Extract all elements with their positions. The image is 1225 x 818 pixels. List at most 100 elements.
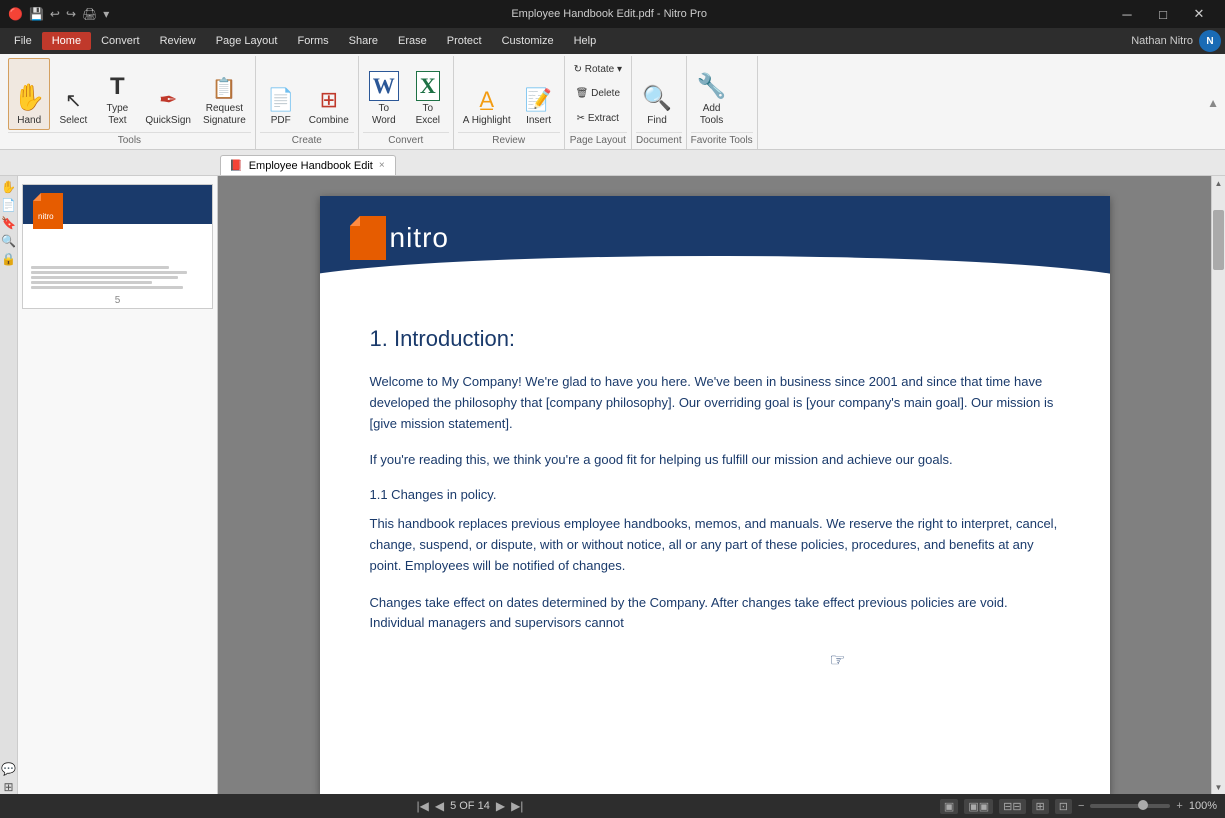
ribbon-content: ✋ Hand ↖ Select T TypeText ✒ QuickSign 📋	[0, 54, 1225, 149]
menu-page-layout[interactable]: Page Layout	[206, 32, 288, 50]
last-page-button[interactable]: ▶|	[511, 799, 523, 813]
add-tools-button[interactable]: 🔧 AddTools	[691, 58, 733, 130]
sidebar-lock-icon[interactable]: 🔒	[2, 252, 16, 266]
type-text-button[interactable]: T TypeText	[96, 58, 138, 130]
menu-customize[interactable]: Customize	[492, 32, 564, 50]
find-button[interactable]: 🔍 Find	[636, 58, 678, 130]
save-icon[interactable]: 💾	[29, 7, 44, 21]
scroll-track[interactable]	[1212, 190, 1225, 780]
sidebar-hand-icon[interactable]: ✋	[2, 180, 16, 194]
zoom-plus-button[interactable]: +	[1176, 800, 1182, 812]
menu-review[interactable]: Review	[150, 32, 206, 50]
ribbon-group-create: 📄 PDF ⊞ Combine Create	[256, 56, 359, 149]
redo-icon[interactable]: ↪	[66, 7, 76, 21]
menu-forms[interactable]: Forms	[287, 32, 338, 50]
delete-icon: 🗑 Delete	[576, 88, 620, 99]
view-single-button[interactable]: ▣	[940, 799, 958, 814]
pdf-label: PDF	[271, 115, 291, 127]
chevron-up-icon: ▲	[1207, 96, 1219, 110]
user-avatar: N	[1199, 30, 1221, 52]
combine-label: Combine	[309, 115, 349, 127]
select-tool-button[interactable]: ↖ Select	[52, 58, 94, 130]
rotate-group: ↻ Rotate ▾ 🗑 Delete ✂ Extract	[569, 58, 627, 130]
to-word-button[interactable]: W ToWord	[363, 58, 405, 130]
thumbnail-page-number: 5	[115, 295, 121, 306]
first-page-button[interactable]: |◀	[416, 799, 428, 813]
sidebar-pages-icon[interactable]: 📄	[2, 198, 16, 212]
insert-icon: 📝	[525, 87, 552, 113]
sidebar-comment-icon[interactable]: 💬	[2, 762, 16, 776]
ribbon-group-tools: ✋ Hand ↖ Select T TypeText ✒ QuickSign 📋	[4, 56, 256, 149]
title-bar: 🔴 💾 ↩ ↪ 🖨 ▾ Employee Handbook Edit.pdf -…	[0, 0, 1225, 28]
to-excel-label: ToExcel	[416, 103, 440, 127]
user-name: Nathan Nitro	[1131, 35, 1193, 47]
add-tools-label: AddTools	[700, 103, 723, 127]
view-fit-button[interactable]: ⊡	[1055, 799, 1072, 814]
nitro-app-icon: 🔴	[8, 7, 23, 21]
pdf-heading: 1. Introduction:	[370, 326, 1060, 352]
extract-button[interactable]: ✂ Extract	[569, 107, 627, 129]
pdf-content: 1. Introduction: Welcome to My Company! …	[320, 286, 1110, 720]
zoom-minus-button[interactable]: −	[1078, 800, 1084, 812]
view-double-button[interactable]: ▣▣	[964, 799, 993, 814]
tab-area: 📕 Employee Handbook Edit ×	[0, 150, 1225, 176]
status-bar-center: |◀ ◀ 5 OF 14 ▶ ▶|	[8, 799, 932, 813]
print-icon[interactable]: 🖨	[82, 7, 97, 21]
ribbon-collapse[interactable]: ▲	[1205, 56, 1221, 149]
delete-button[interactable]: 🗑 Delete	[569, 83, 627, 105]
prev-page-button[interactable]: ◀	[435, 799, 444, 813]
tab-pdf-icon: 📕	[229, 159, 243, 172]
zoom-thumb	[1138, 800, 1148, 810]
nitro-logo-svg	[350, 216, 386, 260]
type-text-icon: T	[110, 73, 125, 101]
hand-tool-button[interactable]: ✋ Hand	[8, 58, 50, 130]
sidebar-layers-icon[interactable]: ⊞	[2, 780, 16, 794]
tab-close-button[interactable]: ×	[379, 160, 385, 171]
request-signature-button[interactable]: 📋 RequestSignature	[198, 58, 251, 130]
sidebar-bookmarks-icon[interactable]: 🔖	[2, 216, 16, 230]
scroll-up-button[interactable]: ▲	[1212, 176, 1225, 190]
to-excel-button[interactable]: X ToExcel	[407, 58, 449, 130]
view-continuous-button[interactable]: ⊟⊟	[999, 799, 1025, 814]
thumbnail-page-5[interactable]: nitro 5	[22, 184, 213, 309]
menu-convert[interactable]: Convert	[91, 32, 150, 50]
insert-button[interactable]: 📝 Insert	[518, 58, 560, 130]
request-signature-icon: 📋	[212, 76, 237, 101]
window-title: Employee Handbook Edit.pdf - Nitro Pro	[109, 8, 1109, 20]
scroll-thumb[interactable]	[1213, 210, 1224, 270]
menu-help[interactable]: Help	[564, 32, 607, 50]
ribbon-group-page-layout: ↻ Rotate ▾ 🗑 Delete ✂ Extract Page Layou…	[565, 56, 632, 149]
menu-home[interactable]: Home	[42, 32, 91, 50]
scroll-down-button[interactable]: ▼	[1212, 780, 1225, 794]
view-full-button[interactable]: ⊞	[1032, 799, 1049, 814]
menu-share[interactable]: Share	[339, 32, 388, 50]
hand-cursor-indicator: ☞	[830, 650, 846, 671]
menu-protect[interactable]: Protect	[437, 32, 492, 50]
window-controls: ─ □ ✕	[1109, 0, 1217, 28]
sidebar-search-icon[interactable]: 🔍	[2, 234, 16, 248]
zoom-slider[interactable]	[1090, 804, 1170, 808]
status-bar-right: ▣ ▣▣ ⊟⊟ ⊞ ⊡ − + 100%	[940, 799, 1217, 814]
document-tab[interactable]: 📕 Employee Handbook Edit ×	[220, 155, 396, 175]
menu-erase[interactable]: Erase	[388, 32, 437, 50]
create-buttons: 📄 PDF ⊞ Combine	[260, 58, 354, 130]
find-icon: 🔍	[642, 84, 672, 113]
undo-icon[interactable]: ↩	[50, 7, 60, 21]
pdf-viewer[interactable]: nitro 1. Introduction: Welcome to My Com…	[218, 176, 1211, 794]
convert-group-label: Convert	[363, 132, 449, 147]
menu-file[interactable]: File	[4, 32, 42, 50]
hand-label: Hand	[17, 115, 41, 127]
menu-bar: File Home Convert Review Page Layout For…	[0, 28, 1225, 54]
highlight-button[interactable]: A̲ A Highlight	[458, 58, 516, 130]
rotate-button[interactable]: ↻ Rotate ▾	[569, 59, 627, 81]
combine-button[interactable]: ⊞ Combine	[304, 58, 354, 130]
pdf-button[interactable]: 📄 PDF	[260, 58, 302, 130]
close-button[interactable]: ✕	[1181, 0, 1217, 28]
pdf-paragraph-3: This handbook replaces previous employee…	[370, 514, 1060, 576]
maximize-button[interactable]: □	[1145, 0, 1181, 28]
next-page-button[interactable]: ▶	[496, 799, 505, 813]
quicksign-label: QuickSign	[145, 115, 191, 127]
document-group-label: Document	[636, 132, 682, 147]
quicksign-button[interactable]: ✒ QuickSign	[140, 58, 196, 130]
minimize-button[interactable]: ─	[1109, 0, 1145, 28]
